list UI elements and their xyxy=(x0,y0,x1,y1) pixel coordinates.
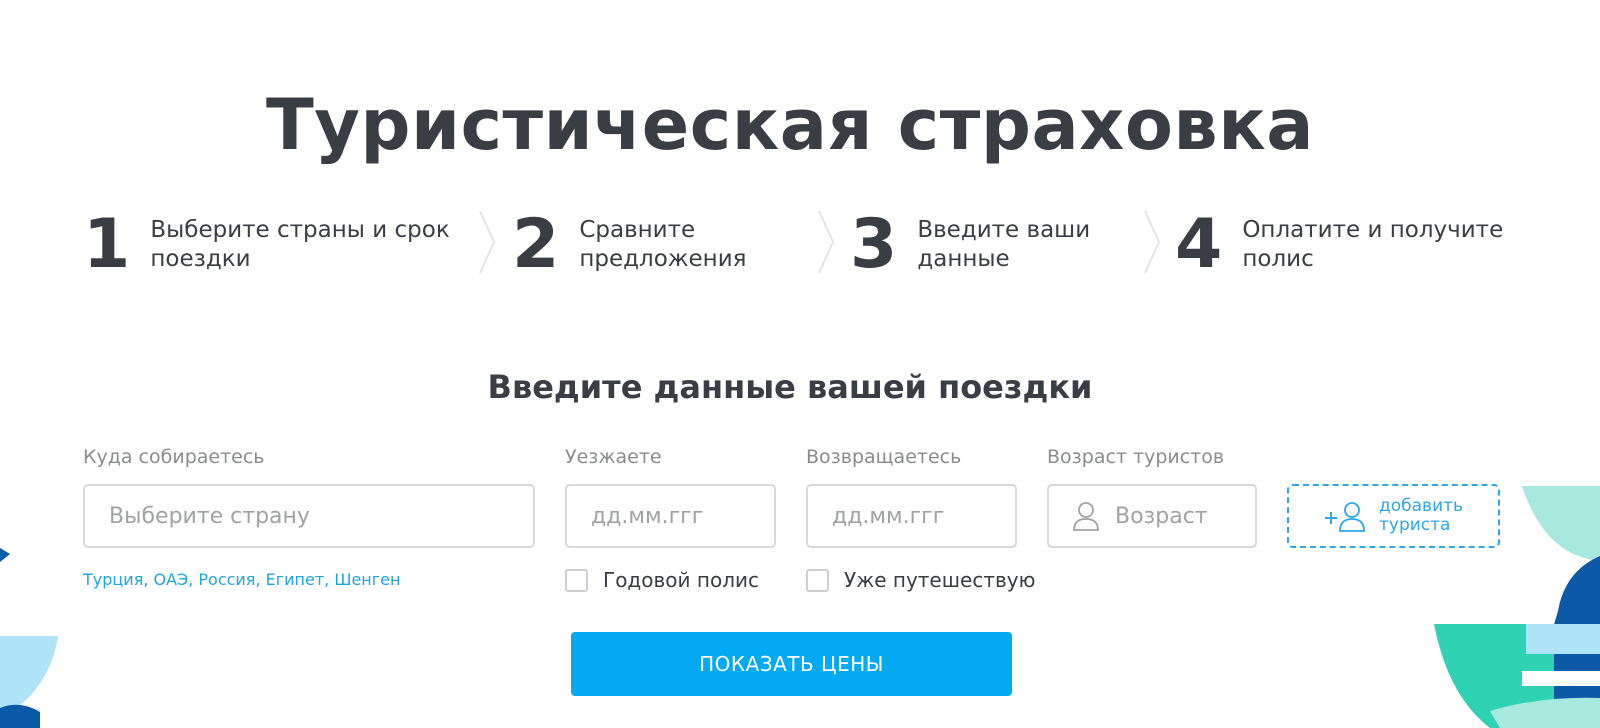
add-tourist-label: добавить туриста xyxy=(1379,496,1464,535)
suggestion-link[interactable]: Шенген xyxy=(334,570,400,589)
add-tourist-button[interactable]: добавить туриста xyxy=(1287,484,1500,548)
destination-label: Куда собираетесь xyxy=(83,446,265,468)
departure-label: Уезжаете xyxy=(565,446,662,468)
chevron-right-icon xyxy=(479,210,496,274)
suggestion-link[interactable]: Турция xyxy=(83,570,143,589)
step-text: Выберите страны и срок поездки xyxy=(150,217,450,272)
add-user-icon xyxy=(1325,502,1365,532)
age-label: Возраст туристов xyxy=(1047,446,1225,468)
suggestion-link[interactable]: ОАЭ xyxy=(153,570,188,589)
annual-policy-checkbox[interactable] xyxy=(565,568,588,592)
return-label: Возвращаетесь xyxy=(806,446,962,468)
already-travelling-label: Уже путешествую xyxy=(844,568,1036,592)
left-decoration xyxy=(0,548,58,728)
destination-field[interactable] xyxy=(83,484,535,548)
step-4: 4 Оплатите и получите полис xyxy=(1175,205,1600,285)
departure-date-field[interactable] xyxy=(565,484,776,548)
steps-bar: 1 Выберите страны и срок поездки 2 Сравн… xyxy=(0,205,1600,285)
annual-policy-option[interactable]: Годовой полис xyxy=(565,568,759,592)
step-number: 3 xyxy=(850,205,898,284)
step-text: Оплатите и получите полис xyxy=(1242,217,1504,272)
user-icon xyxy=(1073,502,1099,531)
already-travelling-option[interactable]: Уже путешествую xyxy=(806,568,1035,592)
chevron-right-icon xyxy=(1144,210,1161,274)
return-date-input[interactable] xyxy=(832,503,1015,529)
country-suggestions: Турция, ОАЭ, Россия, Египет, Шенген xyxy=(83,570,401,589)
step-number: 1 xyxy=(83,205,131,284)
step-number: 2 xyxy=(512,205,560,284)
annual-policy-label: Годовой полис xyxy=(603,568,759,592)
step-number: 4 xyxy=(1175,205,1223,284)
destination-input[interactable] xyxy=(109,503,533,529)
suggestion-link[interactable]: Египет xyxy=(266,570,325,589)
age-field[interactable] xyxy=(1047,484,1257,548)
chevron-right-icon xyxy=(818,210,835,274)
already-travelling-checkbox[interactable] xyxy=(806,568,829,592)
step-1: 1 Выберите страны и срок поездки xyxy=(83,205,510,285)
page-title: Туристическая страховка xyxy=(266,84,1314,166)
show-prices-button[interactable]: ПОКАЗАТЬ ЦЕНЫ xyxy=(571,632,1012,696)
age-input[interactable] xyxy=(1115,503,1255,529)
form-title: Введите данные вашей поездки xyxy=(487,368,1093,406)
departure-date-input[interactable] xyxy=(591,503,774,529)
suggestion-link[interactable]: Россия xyxy=(198,570,255,589)
return-date-field[interactable] xyxy=(806,484,1017,548)
